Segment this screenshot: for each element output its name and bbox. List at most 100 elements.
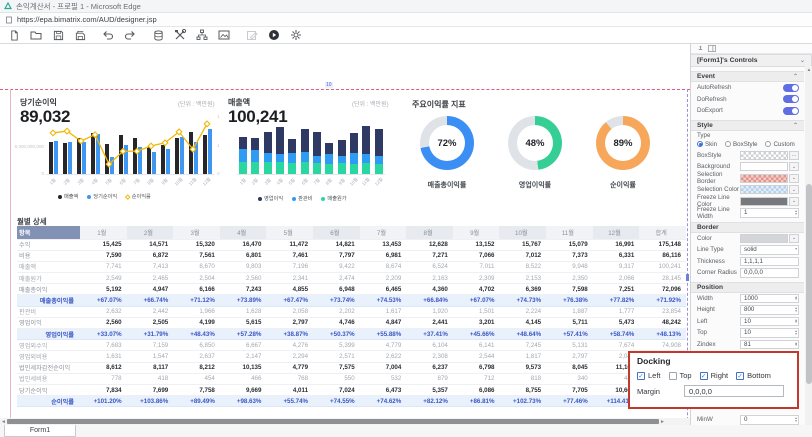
event-section-header[interactable]: Event⌃ [691,71,804,82]
table-header-month: 10월 [499,226,546,239]
docking-checkbox-right[interactable]: ✓Right [700,371,729,380]
color-swatch[interactable] [740,174,788,183]
color-swatch[interactable] [740,162,788,171]
table-row[interactable]: 법인세차감전순이익8,6128,1178,21210,1354,7797,575… [17,362,686,373]
table-row[interactable]: 영업외수익7,6837,1596,8506,6674,2765,3994,779… [17,340,686,351]
picker-button[interactable]: … [789,151,799,160]
text-input[interactable]: 1,1,1,1 [740,257,799,267]
image-panel-icon[interactable] [218,29,230,41]
url-text[interactable]: https://epa.bimatrix.com/AUD/designer.js… [17,15,157,24]
table-header-month: 합계 [639,226,686,239]
toggle-switch[interactable] [783,84,799,92]
position-section-header[interactable]: Position [691,282,804,293]
picker-button[interactable]: ⌄ [789,185,799,194]
database-icon[interactable] [152,29,164,41]
table-row[interactable]: 영업외비용1,6311,5472,6372,1472,2942,5712,622… [17,351,686,362]
radio-skin[interactable]: Skin [697,141,717,148]
select-input[interactable]: solid▾ [740,245,799,255]
stack-bar [249,138,261,174]
save-all-icon[interactable] [74,29,86,41]
selection-resize-handle[interactable] [686,274,689,281]
panel-toolbar [691,44,812,54]
table-row[interactable]: 매출총이익5,1924,9476,1667,2434,8556,9486,465… [17,284,686,295]
edit-icon[interactable] [246,29,258,41]
docking-checkbox-left[interactable]: ✓Left [637,371,661,380]
border-section-header[interactable]: Border [691,222,804,233]
table-row[interactable]: 영업이익률+33.07%+31.79%+48.43%+57.28%+38.87%… [17,329,686,340]
number-input[interactable]: 1000▴▾ [740,294,799,304]
scroll-right-icon[interactable]: ► [659,419,666,425]
chart1-yaxis2-tick: 1 [217,143,220,148]
table-row[interactable]: 매출원가2,5492,4652,5042,5602,3412,4742,2092… [17,273,686,284]
undo-icon[interactable] [102,29,114,41]
table-row[interactable]: 법인세비용77841845446676855053287971281834044… [17,373,686,384]
number-input[interactable]: 800▴▾ [740,305,799,315]
run-icon[interactable] [268,29,280,41]
sitemap-icon[interactable] [196,29,208,41]
color-swatch[interactable] [740,234,788,243]
style-section-header[interactable]: Style⌃ [691,120,804,131]
table-row[interactable]: 매출총이익률+67.07%+66.74%+71.12%+73.89%+67.47… [17,295,686,306]
dock-layout-icon[interactable] [708,45,716,52]
picker-button[interactable]: ⌄ [789,234,799,243]
text-input[interactable]: 0,0,0,0 [740,268,799,278]
property-row: BoxStyle… [691,150,804,162]
panel-scrollbar[interactable]: ▲ ▼ [805,66,812,437]
number-input[interactable]: 0▴▾ [740,415,799,425]
tools-icon[interactable] [174,29,186,41]
bottom-bar [0,425,812,437]
toggle-switch[interactable] [783,95,799,103]
number-input[interactable]: 10▴▾ [740,328,799,338]
redo-icon[interactable] [124,29,136,41]
number-input[interactable]: 81▴▾ [740,340,799,350]
table-row[interactable]: 당기순이익7,8347,6997,7589,6694,0117,0246,473… [17,384,686,395]
property-row: Color⌄ [691,233,804,245]
scroll-up-icon[interactable]: ▲ [805,67,812,72]
horizontal-scrollbar[interactable]: ◄ ► [0,418,690,425]
table-header-month: 11월 [546,226,593,239]
docking-checkbox-bottom[interactable]: ✓Bottom [736,371,771,380]
color-swatch[interactable] [740,151,788,160]
property-row: Height800▴▾ [691,304,804,316]
chevron-up-icon: ⌃ [793,73,798,80]
margin-input[interactable]: 0,0,0,0 [684,385,784,397]
chart1-yaxis-tick: 0 [12,171,44,176]
property-row: Width1000▴▾ [691,293,804,305]
chart1-x-labels: 1월2월3월4월5월6월7월8월9월10월11월12월 [46,179,214,185]
design-canvas[interactable]: 당기순이익 (단위 : 백만원) 89,032 6,000,000,000 0 … [0,44,690,418]
form-tab[interactable]: Form1 [4,425,76,437]
table-header-month: 9월 [453,226,500,239]
pin-icon[interactable] [697,45,704,52]
table-header-month: 3월 [173,226,220,239]
open-folder-icon[interactable] [30,29,42,41]
stack-bar [286,139,298,174]
picker-button[interactable]: ⌄ [789,197,799,206]
number-input[interactable]: 1▴▾ [740,208,799,218]
url-bar[interactable]: https://epa.bimatrix.com/AUD/designer.js… [0,13,812,27]
table-row[interactable]: 비용7,5906,8727,5616,8017,4617,7976,9817,2… [17,250,686,261]
picker-button[interactable]: ⌄ [789,162,799,171]
docking-checkbox-top[interactable]: Top [669,371,692,380]
color-swatch[interactable] [740,197,788,206]
page-icon [5,16,13,24]
controls-header[interactable]: [Form1]'s Controls ⌄ [691,54,812,67]
table-row[interactable]: 판관비2,6322,4421,9661,6282,0582,2021,6171,… [17,306,686,317]
number-input[interactable]: 10▴▾ [740,317,799,327]
radio-boxstyle[interactable]: BoxStyle [725,141,757,148]
table-row[interactable]: 매출액7,7417,4138,6709,8037,1969,4228,6746,… [17,261,686,272]
donut-chart: 89% [596,116,650,170]
save-icon[interactable] [52,29,64,41]
picker-button[interactable]: ⌄ [789,174,799,183]
donut-label: 영업이익률 [495,180,575,190]
table-row[interactable]: 영업이익2,5602,5054,1995,6152,7974,7464,8472… [17,317,686,328]
stack-bar [323,143,335,174]
table-row[interactable]: 순이익률+101.20%+103.86%+89.49%+98.63%+55.74… [17,396,686,407]
new-file-icon[interactable] [8,29,20,41]
settings-gear-icon[interactable] [290,29,302,41]
monthly-detail-table[interactable]: 항목1월2월3월4월5월6월7월8월9월10월11월12월합계 수익15,425… [17,226,686,407]
color-swatch[interactable] [740,185,788,194]
scroll-left-icon[interactable]: ◄ [0,419,7,425]
toggle-switch[interactable] [783,107,799,115]
table-row[interactable]: 수익15,42514,57115,32016,47011,47214,82113… [17,239,686,250]
radio-custom[interactable]: Custom [765,141,794,148]
